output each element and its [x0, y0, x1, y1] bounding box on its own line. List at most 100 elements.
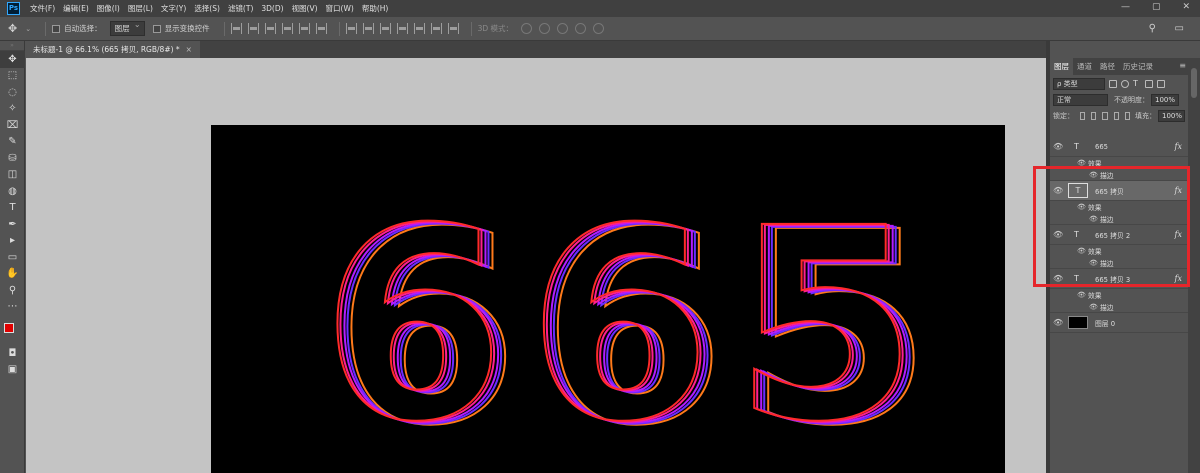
- more-tools-icon[interactable]: ⋯: [0, 299, 25, 316]
- blend-mode-dropdown[interactable]: 正常: [1053, 94, 1108, 106]
- background-layer-row[interactable]: 👁 图层 0: [1050, 313, 1188, 333]
- layer-row[interactable]: 👁 T 665 fx: [1050, 137, 1188, 157]
- move-tool-icon[interactable]: ✥: [0, 51, 25, 68]
- layer-row[interactable]: 👁 T 665 拷贝 3 fx: [1050, 269, 1188, 289]
- filter-smart-object-icon[interactable]: [1157, 80, 1165, 88]
- align-left-icon[interactable]: [281, 23, 293, 34]
- panel-scrollbar[interactable]: [1188, 58, 1200, 473]
- effects-eye-icon[interactable]: 👁: [1077, 159, 1086, 167]
- path-selection-tool-icon[interactable]: ▸: [0, 233, 25, 250]
- menu-view[interactable]: 视图(V): [292, 3, 318, 14]
- menu-type[interactable]: 文字(Y): [161, 3, 186, 14]
- search-icon[interactable]: ⚲: [1149, 23, 1156, 34]
- 3d-orbit-icon[interactable]: [521, 23, 533, 34]
- document-tab[interactable]: 未标题-1 @ 66.1% (665 拷贝, RGB/8#) * ×: [25, 41, 200, 58]
- maximize-button[interactable]: ▢: [1152, 2, 1161, 12]
- menu-edit[interactable]: 编辑(E): [63, 3, 89, 14]
- document-canvas[interactable]: 665: [211, 125, 1005, 473]
- magic-wand-tool-icon[interactable]: ✧: [0, 101, 25, 118]
- quick-mask-icon[interactable]: ◘: [0, 345, 25, 362]
- menu-help[interactable]: 帮助(H): [362, 3, 389, 14]
- layer-name[interactable]: 图层 0: [1095, 318, 1115, 328]
- filter-kind-dropdown[interactable]: ρ 类型: [1053, 78, 1105, 90]
- tab-layers[interactable]: 图层: [1050, 58, 1073, 75]
- stroke-eye-icon[interactable]: 👁: [1089, 259, 1098, 267]
- layer-row-selected[interactable]: 👁 T 665 拷贝 fx: [1050, 181, 1188, 201]
- lock-all-icon[interactable]: [1124, 112, 1131, 120]
- fx-icon[interactable]: fx: [1175, 142, 1182, 151]
- menu-window[interactable]: 窗口(W): [326, 3, 354, 14]
- lock-transparent-icon[interactable]: [1080, 112, 1086, 120]
- screen-mode-icon[interactable]: ▣: [0, 362, 25, 379]
- auto-select-checkbox[interactable]: [52, 24, 61, 33]
- effects-row[interactable]: 👁 效果: [1050, 289, 1188, 301]
- stroke-effect-row[interactable]: 👁 描边: [1050, 213, 1188, 225]
- hand-tool-icon[interactable]: ✋: [0, 266, 25, 283]
- 3d-roll-icon[interactable]: [539, 23, 551, 34]
- type-tool-icon[interactable]: T: [0, 200, 25, 217]
- menu-layer[interactable]: 图层(L): [128, 3, 153, 14]
- panel-menu-icon[interactable]: ≡: [1179, 61, 1186, 70]
- effects-row[interactable]: 👁 效果: [1050, 245, 1188, 257]
- visibility-eye-icon[interactable]: 👁: [1053, 230, 1063, 239]
- visibility-eye-icon[interactable]: 👁: [1053, 142, 1063, 151]
- effects-row[interactable]: 👁 效果: [1050, 201, 1188, 213]
- stroke-effect-row[interactable]: 👁 描边: [1050, 301, 1188, 313]
- stroke-effect-row[interactable]: 👁 描边: [1050, 257, 1188, 269]
- close-tab-icon[interactable]: ×: [186, 45, 192, 54]
- layer-name[interactable]: 665: [1095, 143, 1108, 151]
- menu-file[interactable]: 文件(F): [30, 3, 55, 14]
- menu-filter[interactable]: 滤镜(T): [228, 3, 253, 14]
- marquee-tool-icon[interactable]: ⬚: [0, 68, 25, 85]
- visibility-eye-icon[interactable]: 👁: [1053, 318, 1063, 327]
- align-hcenter-icon[interactable]: [298, 23, 310, 34]
- foreground-color-swatch[interactable]: [4, 323, 14, 333]
- layer-name[interactable]: 665 拷贝 2: [1095, 230, 1130, 240]
- stroke-eye-icon[interactable]: 👁: [1089, 215, 1098, 223]
- tab-paths[interactable]: 路径: [1096, 58, 1119, 75]
- minimize-button[interactable]: —: [1121, 2, 1130, 12]
- toolbar-grip[interactable]: »: [0, 41, 24, 51]
- stroke-effect-row[interactable]: 👁 描边: [1050, 169, 1188, 181]
- distribute-hcenter-icon[interactable]: [413, 23, 425, 34]
- auto-select-dropdown[interactable]: 图层: [109, 20, 145, 36]
- layer-name[interactable]: 665 拷贝: [1095, 186, 1124, 196]
- filter-shape-icon[interactable]: [1145, 80, 1153, 88]
- fx-icon[interactable]: fx: [1175, 186, 1182, 195]
- filter-pixel-icon[interactable]: [1109, 80, 1117, 88]
- stroke-eye-icon[interactable]: 👁: [1089, 171, 1098, 179]
- filter-adjustment-icon[interactable]: [1121, 80, 1129, 88]
- lock-pixels-icon[interactable]: [1091, 112, 1097, 120]
- effects-eye-icon[interactable]: 👁: [1077, 247, 1086, 255]
- distribute-top-icon[interactable]: [345, 23, 357, 34]
- move-tool-icon[interactable]: ✥: [8, 22, 17, 35]
- layer-row[interactable]: 👁 T 665 拷贝 2 fx: [1050, 225, 1188, 245]
- filter-type-icon[interactable]: T: [1133, 80, 1141, 88]
- distribute-left-icon[interactable]: [396, 23, 408, 34]
- stamp-tool-icon[interactable]: ⛁: [0, 150, 25, 167]
- 3d-pan-icon[interactable]: [557, 23, 569, 34]
- layer-name[interactable]: 665 拷贝 3: [1095, 274, 1130, 284]
- color-swatches[interactable]: [0, 315, 25, 345]
- effects-eye-icon[interactable]: 👁: [1077, 203, 1086, 211]
- lock-position-icon[interactable]: [1102, 112, 1108, 120]
- stroke-eye-icon[interactable]: 👁: [1089, 303, 1098, 311]
- 3d-slide-icon[interactable]: [575, 23, 587, 34]
- menu-image[interactable]: 图像(I): [97, 3, 120, 14]
- align-bottom-icon[interactable]: [264, 23, 276, 34]
- fx-icon[interactable]: fx: [1175, 230, 1182, 239]
- workspace-icon[interactable]: ▭: [1175, 23, 1184, 34]
- effects-row[interactable]: 👁 效果: [1050, 157, 1188, 169]
- show-transform-option[interactable]: 显示变换控件: [152, 23, 210, 34]
- brush-tool-icon[interactable]: ✎: [0, 134, 25, 151]
- eyedropper-tool-icon[interactable]: ⌧: [0, 117, 25, 134]
- menu-3d[interactable]: 3D(D): [261, 4, 283, 13]
- lock-artboard-icon[interactable]: [1113, 112, 1119, 120]
- tab-history[interactable]: 历史记录: [1119, 58, 1157, 75]
- tool-preset-chevron-icon[interactable]: ⌄: [25, 25, 31, 33]
- scrollbar-thumb[interactable]: [1191, 68, 1197, 98]
- fx-icon[interactable]: fx: [1175, 274, 1182, 283]
- align-vcenter-icon[interactable]: [247, 23, 259, 34]
- align-top-icon[interactable]: [230, 23, 242, 34]
- paint-bucket-tool-icon[interactable]: ◍: [0, 183, 25, 200]
